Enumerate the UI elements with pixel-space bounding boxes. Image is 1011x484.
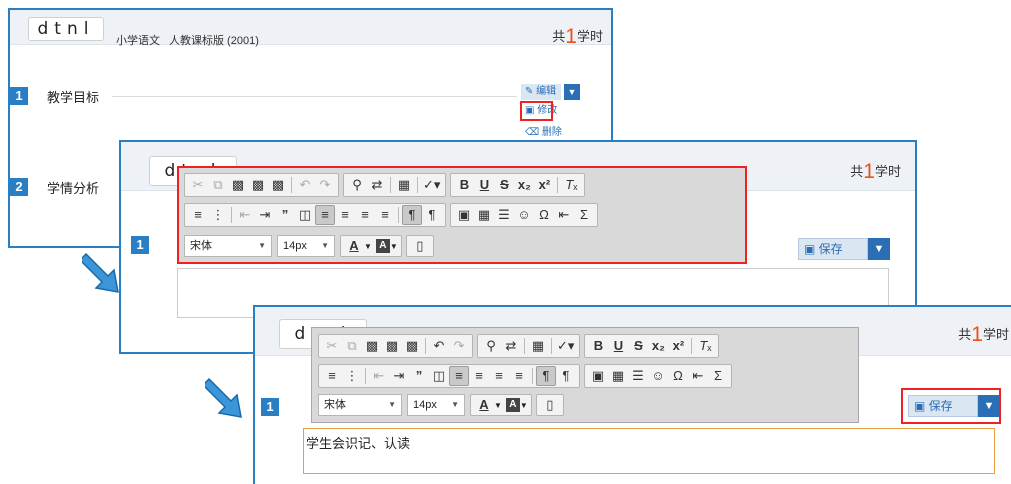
rtl-icon[interactable]: ¶: [556, 366, 576, 386]
total-hours: 共1学时: [552, 25, 603, 48]
edit-menu-item[interactable]: ✎ 编辑: [521, 84, 561, 100]
redo-icon[interactable]: ↷: [449, 336, 469, 356]
paste-text-icon[interactable]: ▩: [382, 336, 402, 356]
undo-icon[interactable]: ↶: [429, 336, 449, 356]
formula-icon[interactable]: Σ: [708, 366, 728, 386]
section-divider: [112, 96, 517, 97]
subject-label: 小学语文: [116, 35, 160, 47]
align-left-icon[interactable]: ≡: [449, 366, 469, 386]
div-icon[interactable]: ◫: [429, 366, 449, 386]
total-hours: 共1学时: [850, 160, 901, 183]
section-title-analysis: 学情分析: [47, 181, 100, 196]
step-arrow-icon: [82, 252, 119, 293]
paste-icon[interactable]: ▩: [362, 336, 382, 356]
edition-label: 人教课标版 (2001): [169, 35, 259, 47]
special-char-icon[interactable]: Ω: [668, 366, 688, 386]
section-number: 1: [261, 398, 279, 416]
replace-icon[interactable]: ⇄: [501, 336, 521, 356]
ltr-icon[interactable]: ¶: [536, 366, 556, 386]
section-number: 1: [10, 87, 28, 105]
modify-highlight: [520, 101, 553, 121]
menu-dropdown-toggle[interactable]: ▼: [564, 84, 580, 100]
horizontal-rule-icon[interactable]: ☰: [628, 366, 648, 386]
paste-word-icon[interactable]: ▩: [402, 336, 422, 356]
select-all-icon[interactable]: ▦: [528, 336, 548, 356]
text-color-icon[interactable]: A: [474, 395, 494, 415]
font-family-select[interactable]: 宋体 ▼: [318, 394, 402, 416]
image-icon[interactable]: ▣: [588, 366, 608, 386]
site-logo[interactable]: dtnl: [28, 17, 104, 41]
emoji-icon[interactable]: ☺: [648, 366, 668, 386]
numbered-list-icon[interactable]: ≡: [322, 366, 342, 386]
strikethrough-icon[interactable]: S: [628, 336, 648, 356]
font-size-select[interactable]: 14px ▼: [407, 394, 465, 416]
align-right-icon[interactable]: ≡: [489, 366, 509, 386]
indent-icon[interactable]: ⇥: [389, 366, 409, 386]
find-icon[interactable]: ⚲: [481, 336, 501, 356]
bullet-list-icon[interactable]: ⋮: [342, 366, 362, 386]
section-title-objectives: 教学目标: [47, 90, 100, 105]
editor-content: 学生会识记、认读: [306, 436, 411, 451]
remove-format-icon[interactable]: Tₓ: [695, 336, 715, 356]
cut-icon[interactable]: ✂: [322, 336, 342, 356]
justify-icon[interactable]: ≡: [509, 366, 529, 386]
underline-icon[interactable]: U: [608, 336, 628, 356]
subscript-icon[interactable]: x₂: [648, 336, 668, 356]
copy-icon[interactable]: ⧉: [342, 336, 362, 356]
save-button[interactable]: ▣ 保存 ▼: [798, 238, 890, 260]
section-number: 1: [131, 236, 149, 254]
rich-text-toolbar: ✂ ⧉ ▩ ▩ ▩ ↶ ↷ ⚲ ⇄ ▦ ✓▾ B U S x₂ x² Tₓ ≡ …: [311, 327, 859, 423]
align-center-icon[interactable]: ≡: [469, 366, 489, 386]
content-editor[interactable]: 学生会识记、认读: [303, 428, 995, 474]
total-hours: 共1学时: [958, 323, 1009, 346]
outdent-icon[interactable]: ⇤: [369, 366, 389, 386]
spellcheck-icon[interactable]: ✓▾: [555, 336, 576, 356]
bold-icon[interactable]: B: [588, 336, 608, 356]
save-highlight: [901, 388, 1001, 424]
background-color-icon[interactable]: A: [505, 398, 520, 412]
page-break-icon[interactable]: ⇤: [688, 366, 708, 386]
toolbar-highlight: [177, 166, 747, 264]
blockquote-icon[interactable]: ”: [409, 366, 429, 386]
delete-menu-item[interactable]: ⌫ 删除: [521, 125, 583, 141]
superscript-icon[interactable]: x²: [668, 336, 688, 356]
maximize-icon[interactable]: ▯: [540, 395, 560, 415]
save-dropdown-toggle[interactable]: ▼: [868, 238, 890, 260]
section-number: 2: [10, 178, 28, 196]
step-arrow-icon: [205, 377, 242, 418]
lesson-panel-saved: dtnl 共1学时 1 ▣ 保存 ▼ 学生会识记、认读 ✂ ⧉ ▩ ▩ ▩ ↶ …: [253, 305, 1011, 484]
table-icon[interactable]: ▦: [608, 366, 628, 386]
